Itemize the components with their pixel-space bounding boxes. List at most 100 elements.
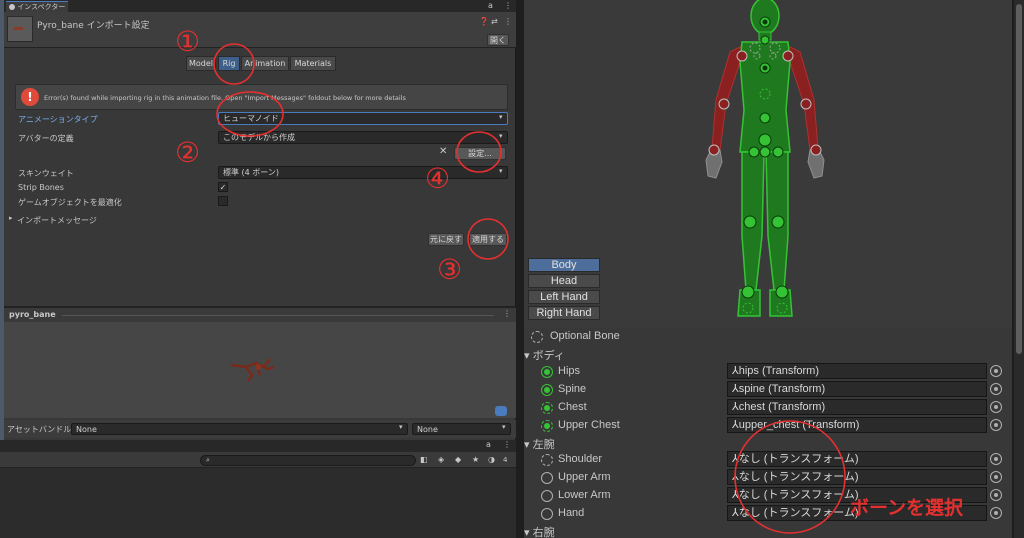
body-button[interactable]: Body [528,258,600,272]
tab-model[interactable]: Model [186,56,216,71]
object-picker-icon[interactable] [990,507,1002,519]
open-button[interactable]: 開く [487,34,509,46]
annotation-number-2: ② [175,136,201,169]
filter-icon[interactable]: ◧ [420,455,428,464]
section-right-arm[interactable]: ▾ 右腕 [524,524,555,538]
section-right-arm-label: 右腕 [532,527,555,538]
bone-row-upper-chest[interactable]: Upper Chest ⅄upper_chest (Transform) [524,417,1012,435]
bone-field[interactable]: ⅄なし (トランスフォーム) [727,451,987,467]
bone-empty-icon [541,490,553,502]
asset-bundle-dropdown[interactable]: None [71,423,408,435]
bone-assigned-icon [541,384,553,396]
label-icon[interactable]: ◆ [455,455,461,464]
bone-field[interactable]: ⅄spine (Transform) [727,381,987,397]
object-picker-icon[interactable] [990,453,1002,465]
bone-field[interactable]: ⅄hips (Transform) [727,363,987,379]
bone-field-value: なし (トランスフォーム) [738,507,859,519]
bone-field[interactable]: ⅄chest (Transform) [727,399,987,415]
bone-field-value: なし (トランスフォーム) [738,489,859,501]
bone-row-shoulder[interactable]: Shoulder ⅄なし (トランスフォーム) [524,451,1012,469]
animation-type-label: アニメーションタイプ [18,115,98,124]
optional-bone-label: Optional Bone [550,330,620,342]
skin-weights-dropdown[interactable]: 標準 (4 ボーン) [218,166,508,179]
section-left-arm[interactable]: ▾ 左腕 [524,436,555,452]
bone-row-upper-arm[interactable]: Upper Arm ⅄なし (トランスフォーム) [524,469,1012,487]
bone-field[interactable]: ⅄upper_chest (Transform) [727,417,987,433]
apply-button[interactable]: 適用する [469,233,507,246]
tab-animation[interactable]: Animation [241,56,289,71]
avatar-definition-dropdown[interactable]: このモデルから作成 [218,131,508,144]
head-button[interactable]: Head [528,274,600,288]
inspector-tabbar [4,0,516,12]
bone-optional-empty-icon [541,454,553,466]
left-hand-button[interactable]: Left Hand [528,290,600,304]
skin-weights-label: スキンウェイト [18,169,74,178]
import-messages-foldout[interactable]: インポートメッセージ [17,215,97,226]
header-menu-icon[interactable]: ⋮ [504,17,512,26]
animation-type-dropdown[interactable]: ヒューマノイド [218,112,508,125]
project-menu-icon[interactable]: ⋮ [503,440,511,449]
model-preview-image [230,358,275,382]
strip-bones-checkbox[interactable]: ✓ [218,182,228,192]
chevron-down-icon: ▾ [499,167,503,175]
lock-icon[interactable]: a [488,1,493,10]
right-hand-button[interactable]: Right Hand [528,306,600,320]
tab-materials[interactable]: Materials [290,56,336,71]
annotation-number-4: ④ [425,162,451,195]
preview-title: pyro_bane [9,310,56,319]
bone-field-value: upper_chest (Transform) [738,419,860,431]
chevron-down-icon: ▾ [499,113,503,121]
project-lock-icon[interactable]: a [486,440,491,449]
object-picker-icon[interactable] [990,489,1002,501]
project-tabbar [0,440,516,452]
bone-row-spine[interactable]: Spine ⅄spine (Transform) [524,381,1012,399]
preview-title-rule [62,315,494,316]
bone-row-chest[interactable]: Chest ⅄chest (Transform) [524,399,1012,417]
object-picker-icon[interactable] [990,471,1002,483]
optional-bone-icon [531,331,543,343]
configure-button[interactable]: 設定... [454,147,506,160]
favorite-icon[interactable]: ★ [472,455,479,464]
object-picker-icon[interactable] [990,383,1002,395]
revert-button[interactable]: 元に戻す [428,233,464,246]
bone-row-hips[interactable]: Hips ⅄hips (Transform) [524,363,1012,381]
annotation-number-3: ③ [437,253,463,286]
asset-variant-dropdown[interactable]: None [412,423,511,435]
bone-field-value: なし (トランスフォーム) [738,453,859,465]
preview-menu-icon[interactable]: ⋮ [503,309,511,318]
optimize-gameobjects-checkbox[interactable] [218,196,228,206]
bone-label: Hand [558,507,585,519]
section-body[interactable]: ▾ ボディ [524,347,565,363]
warning-x-icon: ✕ [439,146,448,157]
bone-field-value: なし (トランスフォーム) [738,471,859,483]
bone-assigned-icon [541,366,553,378]
type-icon[interactable]: ◈ [438,455,444,464]
strip-bones-label: Strip Bones [18,183,64,192]
error-icon: ! [21,88,39,106]
bone-empty-icon [541,472,553,484]
visibility-icon[interactable]: ◑ [488,455,495,464]
bone-field[interactable]: ⅄なし (トランスフォーム) [727,469,987,485]
bone-optional-assigned-icon [541,402,553,414]
avatar-figure[interactable] [690,0,840,322]
bone-field-value: spine (Transform) [738,383,826,395]
foldout-arrow-icon[interactable]: ▸ [9,214,13,222]
project-search-input[interactable]: ⌕ [200,455,416,466]
object-picker-icon[interactable] [990,419,1002,431]
tab-rig[interactable]: Rig [218,56,240,71]
inspector-title: Pyro_bane インポート設定 [37,21,150,31]
bone-field-value: hips (Transform) [738,365,820,377]
scrollbar-thumb[interactable] [1016,4,1022,354]
menu-dots-icon[interactable]: ⋮ [504,1,512,10]
bone-field-value: chest (Transform) [738,401,826,413]
preset-icon[interactable]: ⇄ [491,17,498,26]
object-picker-icon[interactable] [990,401,1002,413]
inspector-tab[interactable]: インスペクター [6,1,68,12]
object-picker-icon[interactable] [990,365,1002,377]
asset-thumbnail-mark [14,27,23,30]
hidden-count: 4 [503,456,508,464]
section-left-arm-label: 左腕 [532,439,555,451]
asset-label-icon[interactable] [495,406,507,416]
help-icon[interactable]: ❓ [479,17,489,26]
info-icon [9,4,15,10]
